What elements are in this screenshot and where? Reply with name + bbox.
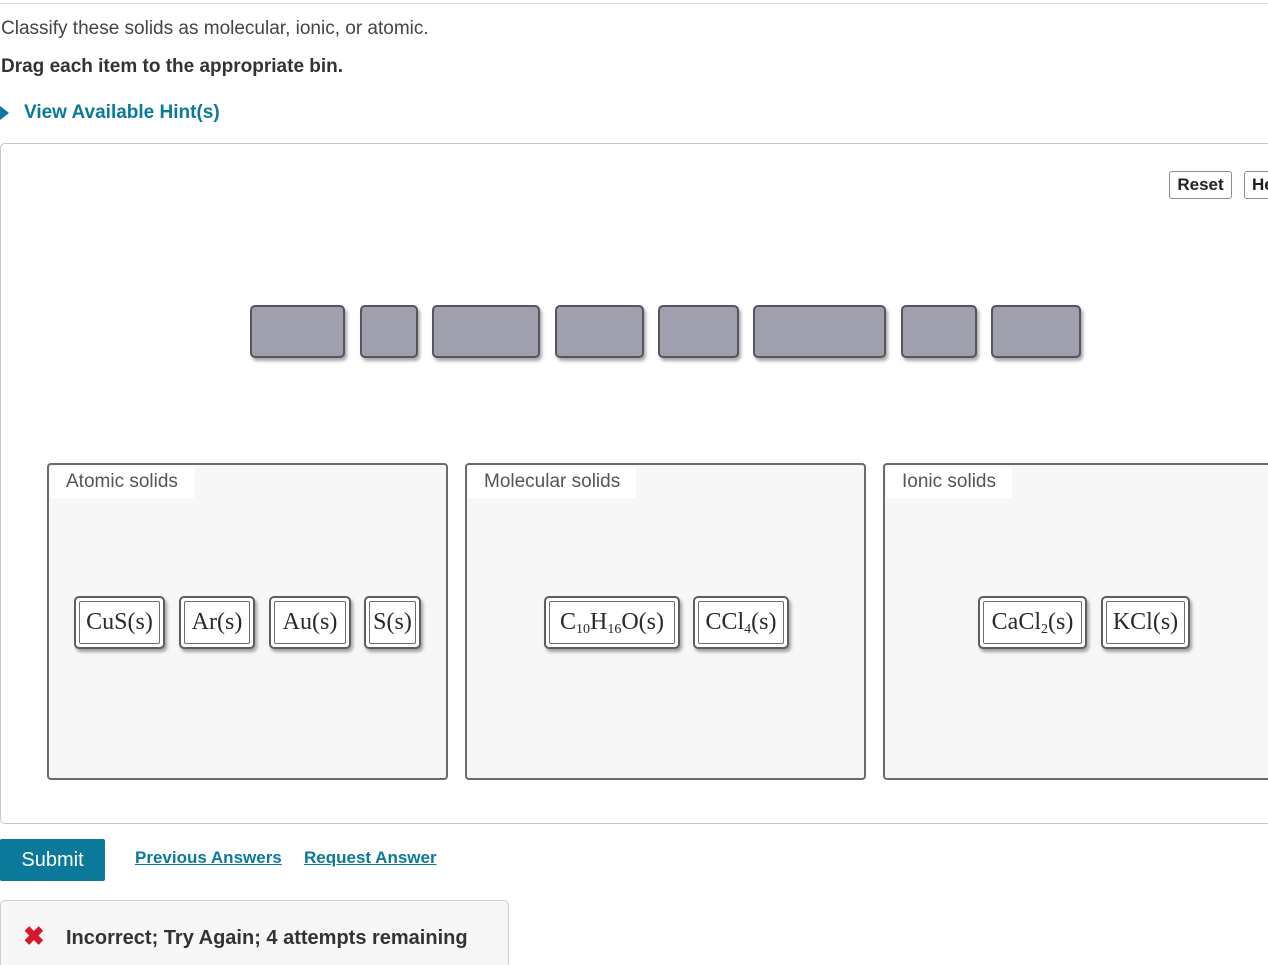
draggable-item-au[interactable]: Au(s) bbox=[269, 596, 351, 649]
view-hints-toggle[interactable]: View Available Hint(s) bbox=[0, 102, 220, 124]
item-label: CaCl2(s) bbox=[991, 609, 1074, 637]
question-prompt: Classify these solids as molecular, ioni… bbox=[1, 18, 429, 39]
request-answer-link[interactable]: Request Answer bbox=[304, 848, 437, 868]
empty-item-slot[interactable] bbox=[753, 305, 886, 358]
submit-button[interactable]: Submit bbox=[0, 839, 105, 881]
empty-item-slot[interactable] bbox=[360, 305, 418, 358]
previous-answers-link[interactable]: Previous Answers bbox=[135, 848, 282, 868]
draggable-item-cacl2[interactable]: CaCl2(s) bbox=[978, 596, 1087, 649]
empty-item-slot[interactable] bbox=[432, 305, 540, 358]
bin-label: Molecular solids bbox=[468, 466, 637, 498]
item-label: KCl(s) bbox=[1112, 609, 1179, 635]
item-label: S(s) bbox=[373, 609, 412, 635]
empty-item-slot[interactable] bbox=[991, 305, 1081, 358]
empty-item-slot[interactable] bbox=[901, 305, 977, 358]
draggable-item-kcl[interactable]: KCl(s) bbox=[1101, 596, 1190, 649]
feedback-message: Incorrect; Try Again; 4 attempts remaini… bbox=[66, 927, 468, 949]
draggable-item-s[interactable]: S(s) bbox=[364, 596, 421, 649]
top-divider bbox=[0, 3, 1268, 4]
feedback-panel: ✖ Incorrect; Try Again; 4 attempts remai… bbox=[0, 900, 509, 965]
help-button[interactable]: He bbox=[1244, 171, 1268, 199]
draggable-item-cus[interactable]: CuS(s) bbox=[74, 596, 165, 649]
bin-label: Ionic solids bbox=[886, 466, 1012, 498]
draggable-item-ar[interactable]: Ar(s) bbox=[179, 596, 255, 649]
bin-label: Atomic solids bbox=[50, 466, 194, 498]
reset-button[interactable]: Reset bbox=[1169, 171, 1232, 199]
empty-item-slot[interactable] bbox=[250, 305, 345, 358]
question-instruction: Drag each item to the appropriate bin. bbox=[1, 56, 344, 77]
item-label: C10H16O(s) bbox=[559, 609, 664, 637]
draggable-item-c10h16o[interactable]: C10H16O(s) bbox=[544, 596, 680, 649]
item-label: CuS(s) bbox=[86, 609, 153, 635]
item-label: Au(s) bbox=[282, 609, 338, 635]
view-hints-label: View Available Hint(s) bbox=[24, 102, 220, 123]
item-label: Ar(s) bbox=[191, 609, 243, 635]
caret-right-icon bbox=[0, 106, 9, 120]
x-mark-icon: ✖ bbox=[23, 921, 45, 951]
draggable-item-ccl4[interactable]: CCl4(s) bbox=[693, 596, 789, 649]
empty-item-slot[interactable] bbox=[555, 305, 644, 358]
empty-item-slot[interactable] bbox=[658, 305, 739, 358]
item-label: CCl4(s) bbox=[705, 609, 777, 637]
